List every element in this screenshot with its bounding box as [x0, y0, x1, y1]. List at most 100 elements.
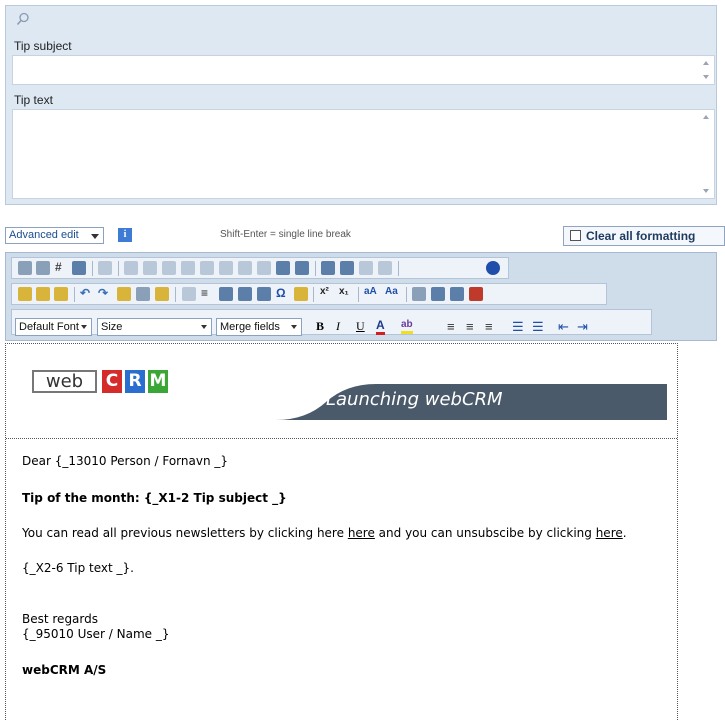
pdf-icon[interactable]	[469, 287, 483, 301]
tip-subject-label: Tip subject	[14, 39, 72, 53]
merge-fields-value: Merge fields	[220, 321, 280, 333]
col-props-icon[interactable]	[340, 261, 354, 275]
tip-subject-scrollbar[interactable]	[700, 56, 714, 84]
bullet-list-icon[interactable]: ☰	[532, 319, 544, 335]
font-family-value: Default Font	[19, 321, 79, 333]
redo-icon[interactable]: ↷	[98, 286, 108, 300]
greeting-text: Dear {_13010 Person / Fornavn _}	[22, 454, 228, 468]
newsletter-archive-link[interactable]: here	[348, 526, 375, 540]
row-props-icon[interactable]	[321, 261, 335, 275]
format-painter-icon[interactable]	[117, 287, 131, 301]
align-right-icon[interactable]: ≡	[485, 319, 493, 334]
tip-text-merge: {_X2-6 Tip text _}.	[22, 561, 134, 575]
bold-button[interactable]: B	[316, 319, 324, 334]
merge-cells-icon[interactable]	[238, 261, 252, 275]
tip-subject-input[interactable]	[12, 55, 715, 85]
grid-icon[interactable]: #	[55, 260, 62, 274]
undo-icon[interactable]: ↶	[80, 286, 90, 300]
newsletter-text-end: .	[622, 526, 627, 540]
help-icon[interactable]	[486, 261, 500, 275]
paste-word-icon[interactable]	[36, 287, 50, 301]
hr-line-icon[interactable]: ≡	[201, 286, 208, 300]
eraser-icon[interactable]	[136, 287, 150, 301]
search-icon[interactable]	[16, 12, 30, 26]
subscript-icon[interactable]: x₁	[339, 286, 349, 297]
line-break-hint: Shift-Enter = single line break	[220, 229, 351, 240]
tip-text-label: Tip text	[14, 93, 53, 107]
tip-text-input[interactable]	[12, 109, 715, 199]
preview-icon[interactable]	[18, 261, 32, 275]
unsubscribe-link[interactable]: here	[596, 526, 623, 540]
regards-text: Best regards	[22, 612, 99, 626]
toolbar-row-2: ↶ ↷ ≡ Ω x² x₁ aA Aa	[11, 283, 607, 305]
company-name: webCRM A/S	[22, 663, 107, 677]
image-icon[interactable]	[431, 287, 445, 301]
editor-content-area[interactable]: Launching webCRM web C R M Dear {_13010 …	[5, 343, 678, 720]
symbol-icon[interactable]: Ω	[276, 286, 286, 300]
insert-table-icon[interactable]	[182, 287, 196, 301]
underline-button[interactable]: U	[356, 319, 365, 334]
template-icon[interactable]	[294, 287, 308, 301]
tip-text-scrollbar[interactable]	[700, 110, 714, 198]
chevron-down-icon	[201, 325, 207, 329]
indent-icon[interactable]: ⇥	[577, 319, 588, 335]
spellcheck-icon[interactable]	[72, 261, 86, 275]
tip-heading: Tip of the month: {_X1-2 Tip subject _}	[22, 491, 287, 505]
split-cells-icon[interactable]	[257, 261, 271, 275]
align-left-icon[interactable]: ≡	[447, 319, 455, 334]
lowercase-icon[interactable]: Aa	[385, 286, 398, 297]
chevron-down-icon	[291, 325, 297, 329]
highlight-color-button[interactable]: ab	[401, 319, 413, 334]
delete-row-icon[interactable]	[162, 261, 176, 275]
paragraph-icon[interactable]	[257, 287, 271, 301]
edit-mode-select[interactable]: Advanced edit	[5, 227, 104, 244]
superscript-icon[interactable]: x²	[320, 286, 329, 297]
insert-col-left-icon[interactable]	[181, 261, 195, 275]
table-props-icon[interactable]	[276, 261, 290, 275]
anchor-icon[interactable]	[378, 261, 392, 275]
image-manager-icon[interactable]	[219, 287, 233, 301]
user-name-merge: {_95010 User / Name _}	[22, 627, 170, 641]
logo-letter-r: R	[125, 370, 145, 393]
newsletter-banner: Launching webCRM web C R M	[6, 344, 677, 439]
paste-icon[interactable]	[18, 287, 32, 301]
form-icon[interactable]	[238, 287, 252, 301]
link-icon[interactable]	[412, 287, 426, 301]
delete-col-icon[interactable]	[219, 261, 233, 275]
italic-button[interactable]: I	[336, 319, 340, 334]
font-color-button[interactable]: A	[376, 319, 385, 335]
numbered-list-icon[interactable]: ☰	[512, 319, 524, 335]
newsletter-text-pre: You can read all previous newsletters by…	[22, 526, 348, 540]
logo-web: web	[32, 370, 97, 393]
edit-image-icon[interactable]	[450, 287, 464, 301]
chevron-down-icon	[91, 234, 99, 239]
edit-mode-value: Advanced edit	[9, 229, 79, 241]
insert-row-above-icon[interactable]	[124, 261, 138, 275]
outdent-icon[interactable]: ⇤	[558, 319, 569, 335]
newsletter-text-mid: and you can unsubscibe by clicking	[374, 526, 596, 540]
info-icon[interactable]: i	[118, 228, 132, 242]
insert-row-below-icon[interactable]	[143, 261, 157, 275]
font-family-select[interactable]: Default Font	[15, 318, 92, 336]
hr-icon[interactable]	[359, 261, 373, 275]
align-center-icon[interactable]: ≡	[466, 319, 474, 334]
tip-form-panel: Tip subject Tip text	[5, 5, 717, 205]
merge-fields-select[interactable]: Merge fields	[216, 318, 302, 336]
font-size-value: Size	[101, 321, 123, 333]
clear-formatting-button[interactable]: Clear all formatting	[563, 226, 725, 246]
paste-text-icon[interactable]	[54, 287, 68, 301]
clean-icon[interactable]	[155, 287, 169, 301]
toolbar-row-1: #	[11, 257, 509, 279]
table-icon[interactable]	[98, 261, 112, 275]
clear-formatting-label: Clear all formatting	[586, 229, 696, 243]
cell-props-icon[interactable]	[295, 261, 309, 275]
eraser-icon	[570, 230, 581, 241]
banner-title: Launching webCRM	[326, 389, 503, 410]
logo-letter-c: C	[102, 370, 122, 393]
logo-letter-m: M	[148, 370, 168, 393]
zoom-icon[interactable]	[36, 261, 50, 275]
uppercase-icon[interactable]: aA	[364, 286, 377, 297]
insert-col-right-icon[interactable]	[200, 261, 214, 275]
font-size-select[interactable]: Size	[97, 318, 212, 336]
newsletter-paragraph: You can read all previous newsletters by…	[22, 526, 627, 540]
